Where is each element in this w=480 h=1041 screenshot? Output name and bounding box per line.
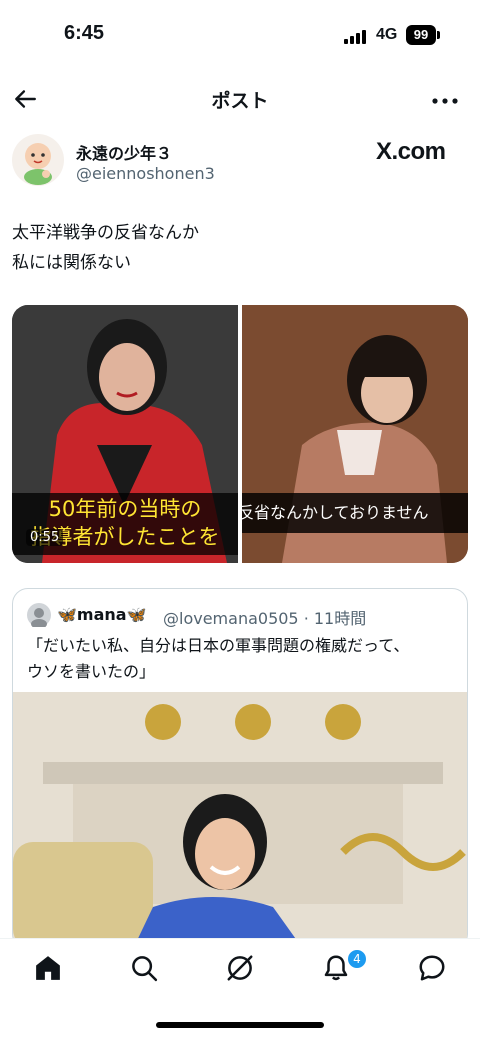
quoted-post-image[interactable] <box>13 692 467 949</box>
quoted-author-avatar[interactable] <box>27 603 51 629</box>
video-caption-right: 反省なんかしておりません <box>242 493 468 533</box>
post-text: 太平洋戦争の反省なんか 私には関係ない <box>12 223 199 273</box>
notification-badge: 4 <box>346 948 368 970</box>
quoted-post-text: 「だいたい私、自分は日本の軍事問題の権威だって、 ウソを書いたの」 <box>27 636 410 681</box>
messages-icon[interactable] <box>417 953 447 983</box>
author-avatar[interactable] <box>12 134 64 186</box>
video-thumbnail-left[interactable]: 50年前の当時の 指導者がしたことを 0:55 <box>12 305 238 563</box>
battery-icon: 99 <box>406 25 436 45</box>
quoted-post[interactable]: 🦋mana🦋 @lovemana0505 · 11時間 「だいたい私、自分は日本… <box>12 588 468 950</box>
network-type: 4G <box>376 26 398 43</box>
grok-icon[interactable] <box>225 953 255 983</box>
video-thumbnail-right[interactable]: 反省なんかしておりません <box>242 305 468 563</box>
signal-icon <box>344 28 370 44</box>
battery-tip <box>437 31 440 39</box>
search-icon[interactable] <box>129 953 159 983</box>
quoted-display-name[interactable]: 🦋mana🦋 <box>57 605 147 624</box>
site-label: X.com <box>376 138 446 165</box>
more-options-icon[interactable] <box>430 92 460 104</box>
post-media-grid[interactable]: 50年前の当時の 指導者がしたことを 0:55 反省なんかしておりません <box>12 305 468 563</box>
author-display-name[interactable]: 永遠の少年３ <box>76 140 172 164</box>
status-time: 6:45 <box>64 22 105 44</box>
page-title: ポスト <box>211 90 269 112</box>
author-handle[interactable]: @eiennoshonen3 <box>76 164 215 183</box>
home-indicator[interactable] <box>156 1022 324 1028</box>
quoted-handle-time[interactable]: @lovemana0505 · 11時間 <box>163 605 366 629</box>
home-icon[interactable] <box>33 953 63 983</box>
video-duration: 0:55 <box>26 529 64 546</box>
back-arrow-icon[interactable] <box>12 86 38 112</box>
